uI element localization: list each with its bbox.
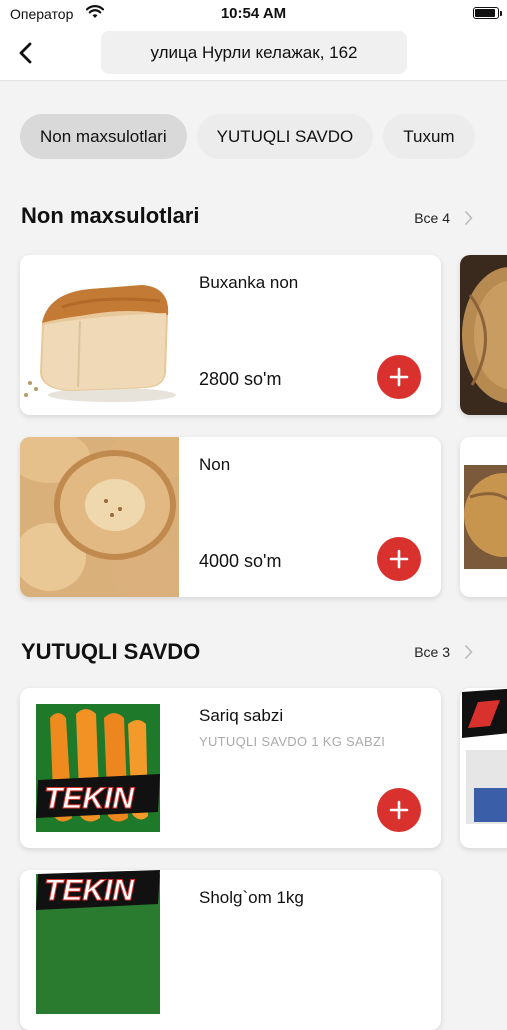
tekin-logo-text: TEKIN xyxy=(44,782,135,815)
back-button[interactable] xyxy=(8,36,42,70)
address-text: улица Нурли келажак, 162 xyxy=(150,42,358,62)
see-all-yutuqli[interactable]: Все 3 xyxy=(414,644,473,660)
product-image-non xyxy=(20,437,179,597)
product-card-peek[interactable] xyxy=(460,437,507,597)
product-card-buxanka-non[interactable]: Buxanka non 2800 so'm xyxy=(20,255,441,415)
product-image-sabzi: TEKIN xyxy=(20,688,179,848)
product-name: Sholg`om 1kg xyxy=(199,888,304,907)
product-description: YUTUQLI SAVDO 1 KG SABZI xyxy=(199,734,386,749)
chip-non-maxsulotlari[interactable]: Non maxsulotlari xyxy=(20,114,187,159)
chip-tuxum[interactable]: Tuxum xyxy=(383,114,475,159)
product-image-peek xyxy=(460,688,507,848)
status-time: 10:54 AM xyxy=(220,5,287,22)
product-price: 4000 so'm xyxy=(199,551,282,571)
chip-yutuqli-savdo[interactable]: YUTUQLI SAVDO xyxy=(196,114,374,159)
product-name: Sariq sabzi xyxy=(199,706,284,725)
product-image-peek xyxy=(460,437,507,597)
chevron-left-icon xyxy=(19,42,32,64)
status-bar: Оператор 10:54 AM xyxy=(0,0,507,28)
section-title-yutuqli: YUTUQLI SAVDO xyxy=(21,639,201,664)
product-name: Non xyxy=(199,455,231,474)
see-all-label: Все 4 xyxy=(414,210,450,226)
product-card-peek[interactable] xyxy=(460,255,507,415)
tekin-logo: TEKIN xyxy=(36,774,160,818)
battery-icon xyxy=(473,7,499,19)
see-all-bread[interactable]: Все 4 xyxy=(414,210,473,226)
tekin-logo-text: TEKIN xyxy=(44,874,135,907)
product-name: Buxanka non xyxy=(199,273,299,292)
product-card-sariq-sabzi[interactable]: TEKIN Sariq sabzi YUTUQLI SAVDO 1 KG SAB… xyxy=(20,688,441,848)
battery-tip xyxy=(500,11,502,16)
plus-icon xyxy=(389,800,409,820)
product-image-peek xyxy=(460,255,507,415)
product-card-sholgom[interactable]: TEKIN Sholg`om 1kg xyxy=(20,870,441,1030)
plus-icon xyxy=(389,549,409,569)
chevron-right-icon xyxy=(465,211,473,225)
product-card-non[interactable]: Non 4000 so'm xyxy=(20,437,441,597)
add-to-cart-button[interactable] xyxy=(377,537,421,581)
add-to-cart-button[interactable] xyxy=(377,788,421,832)
product-price: 2800 so'm xyxy=(199,369,282,389)
product-image-buxanka xyxy=(20,255,179,415)
section-title-bread: Non maxsulotlari xyxy=(21,203,200,228)
product-image-sholgom: TEKIN xyxy=(20,870,179,1030)
chevron-right-icon xyxy=(465,645,473,659)
address-selector[interactable]: улица Нурли келажак, 162 xyxy=(101,31,407,74)
plus-icon xyxy=(389,367,409,387)
add-to-cart-button[interactable] xyxy=(377,355,421,399)
category-chips: Non maxsulotlari YUTUQLI SAVDO Tuxum xyxy=(20,114,475,159)
see-all-label: Все 3 xyxy=(414,644,450,660)
nav-bar: улица Нурли келажак, 162 xyxy=(0,28,507,81)
product-card-peek[interactable] xyxy=(460,688,507,848)
